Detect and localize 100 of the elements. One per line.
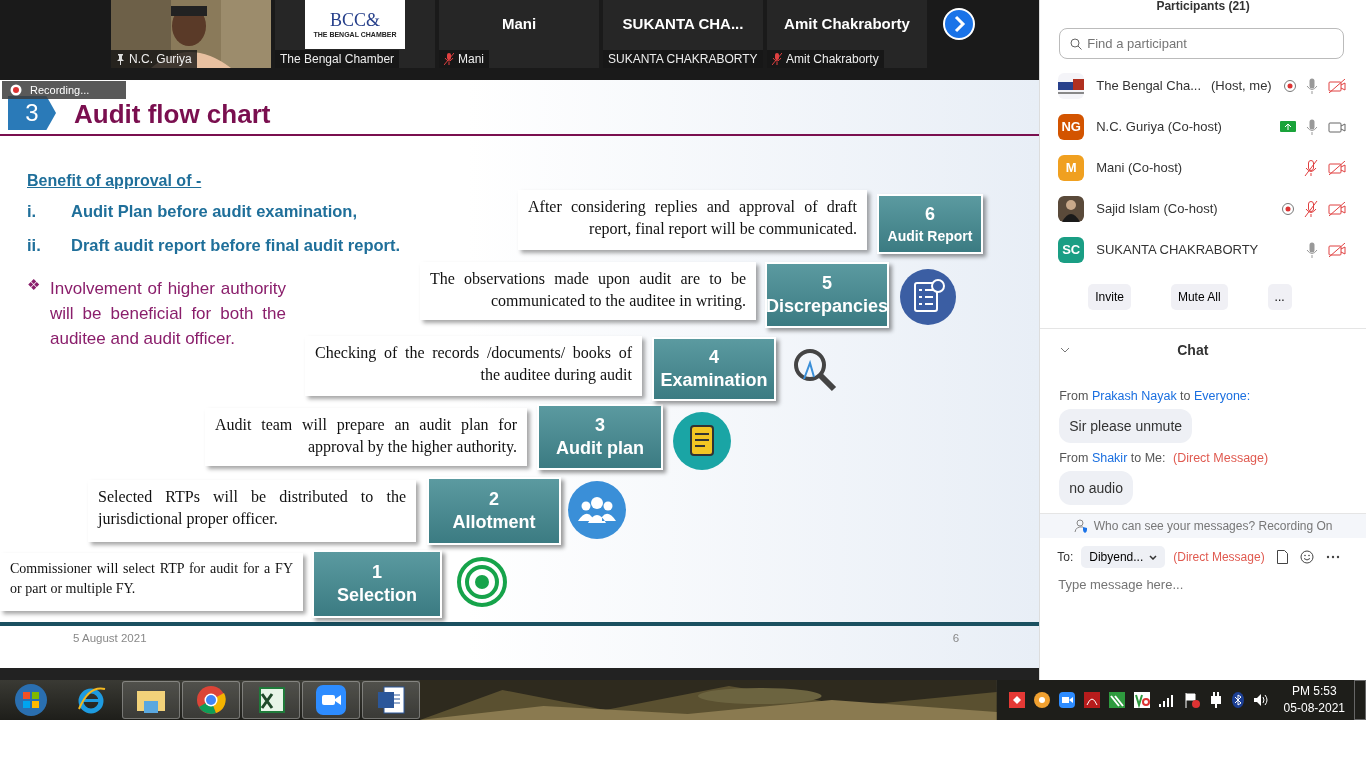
benefit-heading: Benefit of approval of -: [27, 172, 203, 190]
name-label: SUKANTA CHAKRABORTY: [603, 50, 763, 68]
record-icon: [10, 84, 22, 96]
video-tile[interactable]: SUKANTA CHA... SUKANTA CHAKRABORTY: [603, 0, 763, 68]
next-page-button[interactable]: [943, 8, 975, 40]
panel-button[interactable]: Invite: [1088, 284, 1131, 310]
signal-icon[interactable]: [1158, 693, 1175, 707]
list-marker: ii.: [27, 236, 42, 255]
participant-name: SUKANTA CHAKRABORTY: [1096, 242, 1259, 257]
participant-name: N.C. Guriya (Co-host): [1096, 119, 1222, 134]
tray-app-icon[interactable]: [1133, 692, 1150, 708]
taskbar-app[interactable]: [122, 681, 180, 719]
direct-message-note: (Direct Message): [1173, 550, 1265, 564]
file-icon[interactable]: [1276, 550, 1288, 564]
avatar: NG: [1058, 113, 1085, 140]
page-number: 6: [952, 632, 960, 644]
step-box: 3 Audit plan: [537, 404, 663, 470]
avatar: M: [1058, 154, 1085, 181]
participant-name: SUKANTA CHA...: [622, 14, 744, 32]
share-screen-icon: [1280, 121, 1296, 132]
recording-icon: [1284, 79, 1296, 92]
pdf-icon[interactable]: [1083, 692, 1100, 708]
step-box: 4 Examination: [652, 337, 776, 401]
list-marker: i.: [27, 202, 38, 221]
muted-mic-icon: [772, 53, 782, 65]
participant-row[interactable]: The Bengal Cha... (Host, me): [1040, 65, 1348, 106]
benefit-item: Draft audit report before final audit report.: [71, 236, 401, 255]
tray-app-icon[interactable]: [1108, 692, 1125, 708]
emoji-icon[interactable]: [1299, 550, 1314, 564]
message-sender: From Prakash Nayak to Everyone:: [1059, 389, 1251, 403]
document-icon: [673, 412, 731, 470]
participant-row[interactable]: SC SUKANTA CHAKRABORTY: [1040, 229, 1348, 270]
search-icon: [1070, 38, 1083, 50]
video-camera-icon[interactable]: [1058, 692, 1075, 708]
show-desktop-button[interactable]: [1354, 680, 1366, 720]
chat-message: no audio: [1059, 471, 1133, 505]
people-icon: [568, 481, 626, 539]
flag-icon[interactable]: [1183, 692, 1200, 708]
clock[interactable]: PM 5:53 05-08-2021: [1283, 683, 1345, 717]
collapse-icon[interactable]: [1060, 347, 1071, 353]
benefit-item: Audit Plan before audit examination,: [71, 202, 358, 221]
step-description: After considering replies and approval of draft report, final report will be communicated.: [518, 190, 867, 250]
participant-name: Mani (Co-host): [1096, 160, 1183, 175]
step-description: Selected RTPs will be distributed to the jurisdictional proper officer.: [88, 480, 416, 542]
video-tile[interactable]: Mani Mani: [439, 0, 599, 68]
target-icon: [457, 557, 507, 607]
panel-title: Participants (21): [1156, 0, 1250, 12]
participant-name: Sajid Islam (Co-host): [1096, 201, 1218, 216]
chrome-icon: [196, 685, 226, 715]
step-box: 1 Selection: [312, 550, 442, 618]
participant-name: Mani: [501, 14, 537, 32]
panel-button[interactable]: Mute All: [1170, 284, 1228, 310]
name-label: N.C. Guriya: [111, 50, 197, 68]
video-tile[interactable]: N.C. Guriya: [111, 0, 271, 68]
chat-title: Chat: [1177, 342, 1209, 358]
recording-icon: [1282, 202, 1294, 215]
step-description: Checking of the records /documents/ books of the auditee during audit: [305, 336, 642, 396]
name-label: The Bengal Chamber: [275, 50, 400, 68]
video-tile[interactable]: Amit Chakraborty Amit Chakraborty: [767, 0, 927, 68]
message-sender: From Shakir to Me: (Direct Message): [1059, 451, 1269, 465]
taskbar-app[interactable]: [182, 681, 240, 719]
power-plug-icon[interactable]: [1208, 692, 1223, 708]
bullet-text: Involvement of higher authority will be beneficial for both the auditee and audit officer.: [50, 278, 286, 350]
recording-badge: Recording...: [2, 81, 126, 99]
chat-message: Sir please unmute: [1059, 409, 1193, 443]
step-description: Audit team will prepare an audit plan for approval by the higher authority.: [205, 408, 527, 466]
muted-mic-icon: [444, 53, 454, 65]
more-icon[interactable]: [1325, 555, 1340, 559]
slide-title: Audit flow chart: [74, 99, 271, 130]
taskbar-app[interactable]: [302, 681, 360, 719]
start-icon: [14, 683, 48, 717]
step-box: 2 Allotment: [427, 477, 561, 545]
participant-row[interactable]: Sajid Islam (Co-host): [1040, 188, 1348, 229]
participant-name: The Bengal Cha...: [1096, 78, 1202, 93]
speaker-icon[interactable]: [1252, 693, 1269, 707]
search-field[interactable]: Find a participant: [1059, 28, 1344, 59]
pin-icon: [116, 53, 125, 65]
taskbar-app[interactable]: [362, 681, 420, 719]
browser-icon: [76, 685, 106, 715]
participant-row[interactable]: NG N.C. Guriya (Co-host): [1040, 106, 1348, 147]
tray-app-icon[interactable]: [1033, 692, 1050, 708]
participant-row[interactable]: M Mani (Co-host): [1040, 147, 1348, 188]
spreadsheet-icon: [256, 686, 286, 714]
step-description: The observations made upon audit are to be communicated to the auditee in writing.: [420, 262, 756, 320]
step-box: 6 Audit Report: [877, 194, 983, 254]
step-box: 5 Discrepancies: [765, 262, 889, 328]
participant-role: (Host, me): [1211, 78, 1272, 93]
panel-button[interactable]: ...: [1267, 284, 1292, 310]
caret-icon: [1149, 554, 1158, 560]
logo-avatar-icon: [1058, 72, 1085, 99]
privacy-icon: [1073, 519, 1088, 533]
tray-app-icon[interactable]: [1008, 692, 1025, 708]
bullet-icon: ❖: [27, 276, 50, 351]
bluetooth-icon[interactable]: [1231, 692, 1244, 708]
participant-name: Amit Chakraborty: [784, 14, 910, 32]
step-description: Commissioner will select RTP for audit for a FY or part or multiple FY.: [0, 553, 303, 611]
recipient-dropdown[interactable]: Dibyend...: [1081, 546, 1166, 568]
taskbar-app[interactable]: [242, 681, 300, 719]
checklist-icon: [900, 269, 956, 325]
name-label: Amit Chakraborty: [767, 50, 884, 68]
